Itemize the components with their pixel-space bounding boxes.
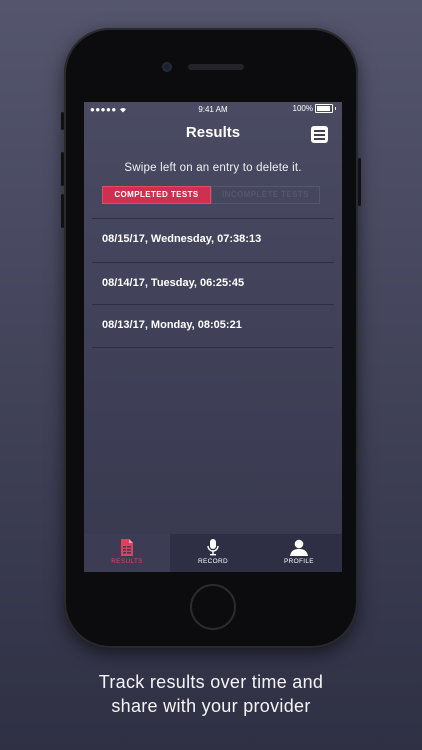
hamburger-menu-icon[interactable]: [311, 126, 328, 143]
microphone-icon: [207, 539, 219, 556]
volume-down-button: [61, 194, 64, 228]
battery-cap: [335, 107, 336, 110]
tab-incomplete-tests[interactable]: INCOMPLETE TESTS: [211, 186, 320, 204]
app-screen: ●●●●● 9:41 AM 100% Results Swipe left on…: [84, 102, 342, 572]
results-filter-segmented-control: COMPLETED TESTS INCOMPLETE TESTS: [102, 186, 320, 204]
mute-switch: [61, 112, 64, 130]
earpiece-speaker: [188, 64, 244, 70]
tab-label: PROFILE: [284, 558, 314, 565]
result-entry[interactable]: 08/15/17, Wednesday, 07:38:13: [102, 233, 332, 245]
divider: [92, 347, 334, 348]
swipe-hint: Swipe left on an entry to delete it.: [124, 162, 302, 174]
caption-line-2: share with your provider: [111, 696, 311, 716]
battery-percentage: 100%: [292, 104, 313, 113]
divider: [92, 218, 334, 219]
tab-label: RECORD: [198, 558, 228, 565]
marketing-caption: Track results over time and share with y…: [0, 670, 422, 718]
divider: [92, 304, 334, 305]
result-entry[interactable]: 08/14/17, Tuesday, 06:25:45: [102, 277, 332, 289]
tab-results[interactable]: RESULTS: [84, 534, 170, 572]
tab-record[interactable]: RECORD: [170, 534, 256, 572]
battery-icon: [315, 104, 333, 113]
home-button[interactable]: [190, 584, 236, 630]
volume-up-button: [61, 152, 64, 186]
document-icon: [121, 539, 133, 556]
tab-profile[interactable]: PROFILE: [256, 534, 342, 572]
tab-completed-tests[interactable]: COMPLETED TESTS: [102, 186, 211, 204]
status-bar: ●●●●● 9:41 AM 100%: [84, 102, 342, 118]
divider: [92, 262, 334, 263]
battery-status: 100%: [293, 104, 336, 113]
page-title: Results: [185, 124, 241, 141]
person-icon: [290, 539, 308, 556]
front-camera: [162, 62, 172, 72]
caption-line-1: Track results over time and: [98, 672, 324, 692]
tab-label: RESULTS: [111, 558, 143, 565]
result-entry[interactable]: 08/13/17, Monday, 08:05:21: [102, 319, 332, 331]
bottom-tab-bar: RESULTS RECORD PROFILE: [84, 534, 342, 572]
power-button: [358, 158, 361, 206]
